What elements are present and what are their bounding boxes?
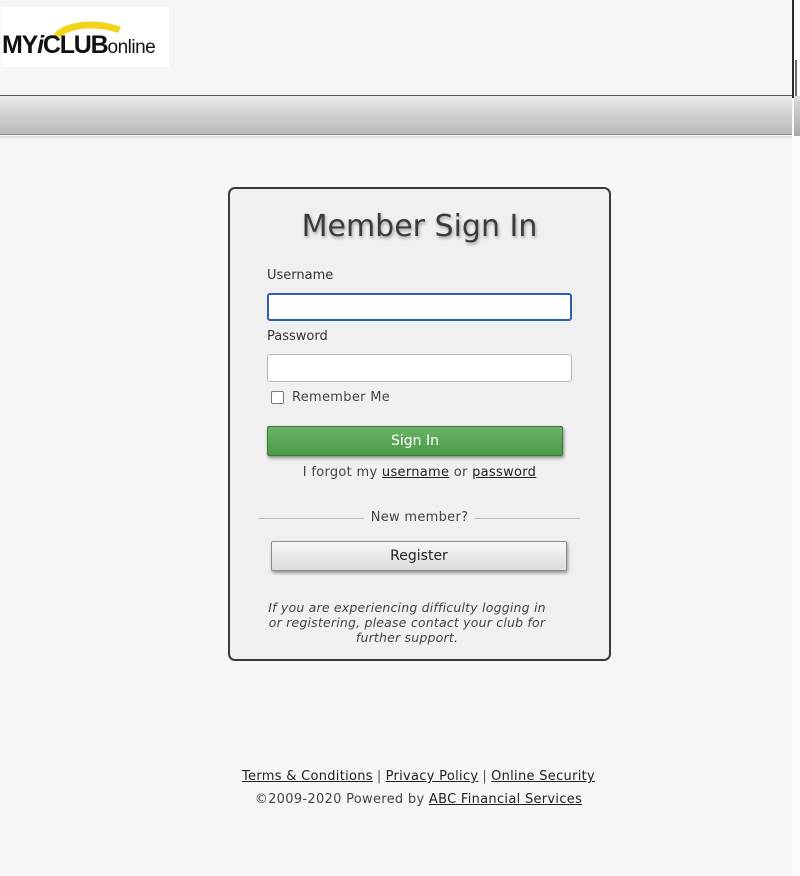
footer-links: Terms & Conditions | Privacy Policy | Online… [0,769,800,784]
footer-separator: | [482,769,488,784]
copyright-text: ©2009-2020 Powered by [254,792,425,807]
window-edge-line-inner [795,60,797,100]
forgot-credentials: I forgot my username or password [230,465,609,480]
forgot-prefix: I forgot my [302,465,378,480]
privacy-policy-link[interactable]: Privacy Policy [386,769,479,784]
forgot-username-link[interactable]: username [382,465,449,480]
username-input[interactable] [267,293,572,321]
remember-me-label[interactable]: Remember Me [292,390,390,405]
page-title: Member Sign In [301,209,538,244]
help-text: If you are experiencing difficulty loggi… [268,600,546,645]
register-button[interactable]: Register [271,541,567,571]
window-edge-line [792,0,794,98]
terms-link[interactable]: Terms & Conditions [242,769,373,784]
top-nav-bar [0,95,792,135]
forgot-password-link[interactable]: password [472,465,536,480]
window-edge-bar [794,96,800,136]
password-label: Password [267,329,328,344]
sign-in-button[interactable]: Sign In [267,426,563,456]
copyright: ©2009-2020 Powered by ABC Financial Serv… [0,792,800,807]
site-header: MYiCLUBonline [0,0,792,95]
online-security-link[interactable]: Online Security [491,769,595,784]
username-label: Username [267,268,334,283]
myiclubonline-logo[interactable]: MYiCLUBonline [1,7,169,67]
sign-in-panel: Member Sign In Username Password Remembe… [228,187,611,661]
forgot-or: or [453,465,468,480]
remember-me-checkbox[interactable] [271,391,284,404]
nav-bar-shadow [0,136,792,139]
logo-graphic: MYiCLUBonline [2,21,156,59]
abc-financial-link[interactable]: ABC Financial Services [429,792,582,807]
footer-separator: | [376,769,382,784]
divider-right [475,518,580,519]
password-input[interactable] [267,354,572,382]
svg-text:MYiCLUBonline: MYiCLUBonline [2,31,155,59]
remember-me-row[interactable]: Remember Me [271,390,390,405]
